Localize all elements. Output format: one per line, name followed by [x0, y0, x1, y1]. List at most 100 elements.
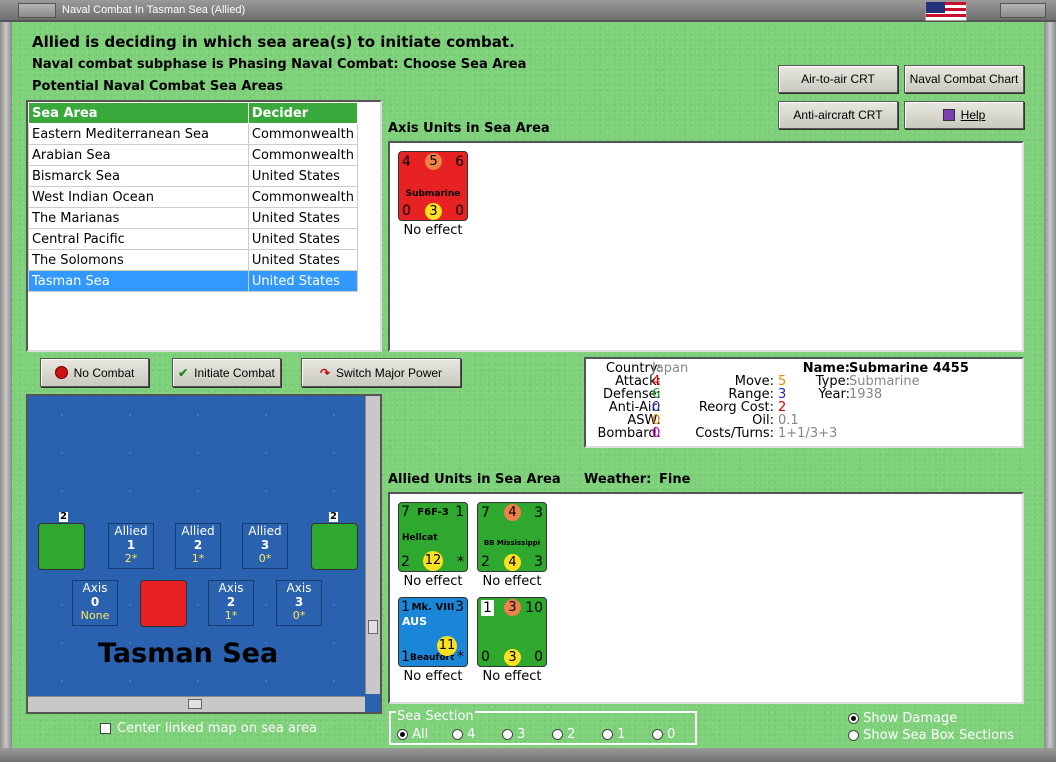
sea-area-cell: Eastern Mediterranean Sea	[28, 123, 249, 145]
sea-area-cell: Tasman Sea	[28, 270, 249, 292]
radio-button[interactable]	[652, 729, 663, 740]
no-combat-button[interactable]: No Combat	[40, 358, 149, 387]
show-sections-option[interactable]: Show Sea Box Sections	[848, 728, 1014, 743]
box-label: Axis	[82, 581, 108, 595]
anti-aircraft-crt-button[interactable]: Anti-aircraft CRT	[778, 101, 898, 129]
allied-box-2[interactable]: Allied 2 1*	[175, 523, 221, 569]
left-frame	[0, 22, 12, 762]
initiate-combat-button[interactable]: ✔ Initiate Combat	[172, 358, 281, 387]
unit-attack: 1	[481, 600, 494, 616]
window-controls[interactable]	[1000, 3, 1046, 18]
axis-box-0[interactable]: Axis 0 None	[72, 580, 118, 626]
box-label: Axis	[286, 581, 312, 595]
table-row-selected[interactable]: Tasman Sea United States	[28, 270, 359, 292]
bottom-frame	[0, 748, 1056, 762]
box-label: Axis	[218, 581, 244, 595]
weather-value: Fine	[659, 472, 691, 487]
axis-box-2[interactable]: Axis 2 1*	[208, 580, 254, 626]
unit-name: BB Mississippi	[483, 539, 541, 547]
show-damage-label: Show Damage	[863, 711, 958, 726]
weather-label: Weather:	[584, 472, 652, 487]
system-menu-button[interactable]	[18, 3, 56, 18]
allied-unit-beaufort[interactable]: 1 Mk. VIII 3 AUS Beaufort 1 11 *	[398, 597, 468, 667]
sea-area-list[interactable]: Sea Area Decider Eastern Mediterranean S…	[26, 100, 382, 352]
unit-move: 3	[534, 505, 543, 521]
box-value: 1*	[224, 609, 238, 622]
option-label: 1	[617, 727, 626, 742]
sea-area-cell: The Solomons	[28, 249, 249, 271]
allied-unit-bb-mississippi[interactable]: 7 4 3 BB Mississippi 2 4 3	[477, 502, 547, 572]
allied-unit-convoy[interactable]: 1 3 10 0 3 0	[477, 597, 547, 667]
table-row[interactable]: Central Pacific United States	[28, 228, 359, 250]
box-label: Allied	[181, 524, 215, 538]
scroll-thumb[interactable]	[188, 699, 202, 709]
show-sections-label: Show Sea Box Sections	[863, 728, 1015, 743]
bombard-value: 0	[652, 426, 661, 441]
sea-area-map[interactable]: 2 2 Allied 1 2* Allied 2 1* Allied 3 0* …	[26, 394, 382, 714]
box-label: Allied	[114, 524, 148, 538]
allied-unit-hellcat[interactable]: 7 F6F-3 1 Hellcat 2 12 *	[398, 502, 468, 572]
center-linked-checkbox[interactable]	[100, 723, 111, 734]
allied-box-1[interactable]: Allied 1 2*	[108, 523, 154, 569]
sea-section-option-4[interactable]: 4	[452, 727, 502, 742]
unit-move: 1	[455, 504, 464, 520]
unit-name: Submarine	[405, 189, 461, 199]
switch-label: Switch Major Power	[336, 365, 443, 380]
radio-button[interactable]	[502, 729, 513, 740]
radio-button[interactable]	[397, 729, 408, 740]
radio-button[interactable]	[552, 729, 563, 740]
table-row[interactable]: The Marianas United States	[28, 207, 359, 229]
unit-value: 0	[481, 649, 490, 665]
column-header-sea-area[interactable]: Sea Area	[28, 102, 249, 124]
table-row[interactable]: Eastern Mediterranean Sea Commonwealth	[28, 123, 359, 145]
allied-units-heading: Allied Units in Sea Area	[388, 472, 561, 487]
decider-cell: United States	[247, 270, 359, 292]
table-row[interactable]: The Solomons United States	[28, 249, 359, 271]
sea-section-option-3[interactable]: 3	[502, 727, 552, 742]
sea-section-option-2[interactable]: 2	[552, 727, 602, 742]
air-to-air-crt-button[interactable]: Air-to-air CRT	[778, 65, 898, 93]
sea-section-option-0[interactable]: 0	[652, 727, 692, 742]
combat-result: No effect	[482, 574, 542, 589]
unit-subname: Hellcat	[402, 533, 438, 543]
axis-box-3[interactable]: Axis 3 0*	[276, 580, 322, 626]
map-unit-bb-mississippi[interactable]	[38, 523, 85, 570]
allied-box-3[interactable]: Allied 3 0*	[242, 523, 288, 569]
table-row[interactable]: Arabian Sea Commonwealth	[28, 144, 359, 166]
switch-arrow-icon: ↷	[319, 365, 331, 380]
show-damage-option[interactable]: Show Damage	[848, 711, 957, 726]
radio-button[interactable]	[848, 713, 859, 724]
radio-button[interactable]	[602, 729, 613, 740]
radio-button[interactable]	[452, 729, 463, 740]
unit-attack: 7	[481, 505, 490, 521]
initiate-label: Initiate Combat	[194, 365, 275, 380]
box-number: 3	[260, 538, 270, 552]
map-unit-submarine[interactable]	[140, 580, 187, 627]
help-button[interactable]: Help	[904, 101, 1024, 129]
axis-units-panel[interactable]: 4 5 6 Submarine 0 3 0 No effect	[388, 141, 1024, 352]
radio-button[interactable]	[848, 730, 859, 741]
column-header-decider[interactable]: Decider	[247, 102, 359, 124]
status-heading: Allied is deciding in which sea area(s) …	[32, 33, 515, 51]
table-row[interactable]: West Indian Ocean Commonwealth	[28, 186, 359, 208]
unit-value: 4	[504, 554, 521, 571]
naval-combat-chart-button[interactable]: Naval Combat Chart	[904, 65, 1024, 93]
costs-value: 1+1/3+3	[778, 426, 838, 441]
bombard-label: Bombard:	[597, 426, 661, 441]
scroll-thumb[interactable]	[368, 620, 378, 634]
combat-result: No effect	[482, 669, 542, 684]
no-combat-label: No Combat	[73, 365, 135, 380]
unit-move: 10	[525, 600, 543, 616]
map-horizontal-scrollbar[interactable]	[28, 696, 365, 712]
unit-attack: 4	[402, 154, 411, 170]
sea-section-option-all[interactable]: All	[397, 727, 452, 742]
map-vertical-scrollbar[interactable]	[365, 396, 380, 694]
map-unit-hellcat[interactable]	[311, 523, 358, 570]
combat-result: No effect	[403, 669, 463, 684]
sea-section-option-1[interactable]: 1	[602, 727, 652, 742]
switch-major-power-button[interactable]: ↷ Switch Major Power	[301, 358, 461, 387]
allied-units-panel[interactable]: 7 F6F-3 1 Hellcat 2 12 * No effect 7 4 3…	[388, 492, 1024, 704]
table-row[interactable]: Bismarck Sea United States	[28, 165, 359, 187]
axis-unit-submarine[interactable]: 4 5 6 Submarine 0 3 0	[398, 151, 468, 221]
box-number: 3	[294, 595, 304, 609]
